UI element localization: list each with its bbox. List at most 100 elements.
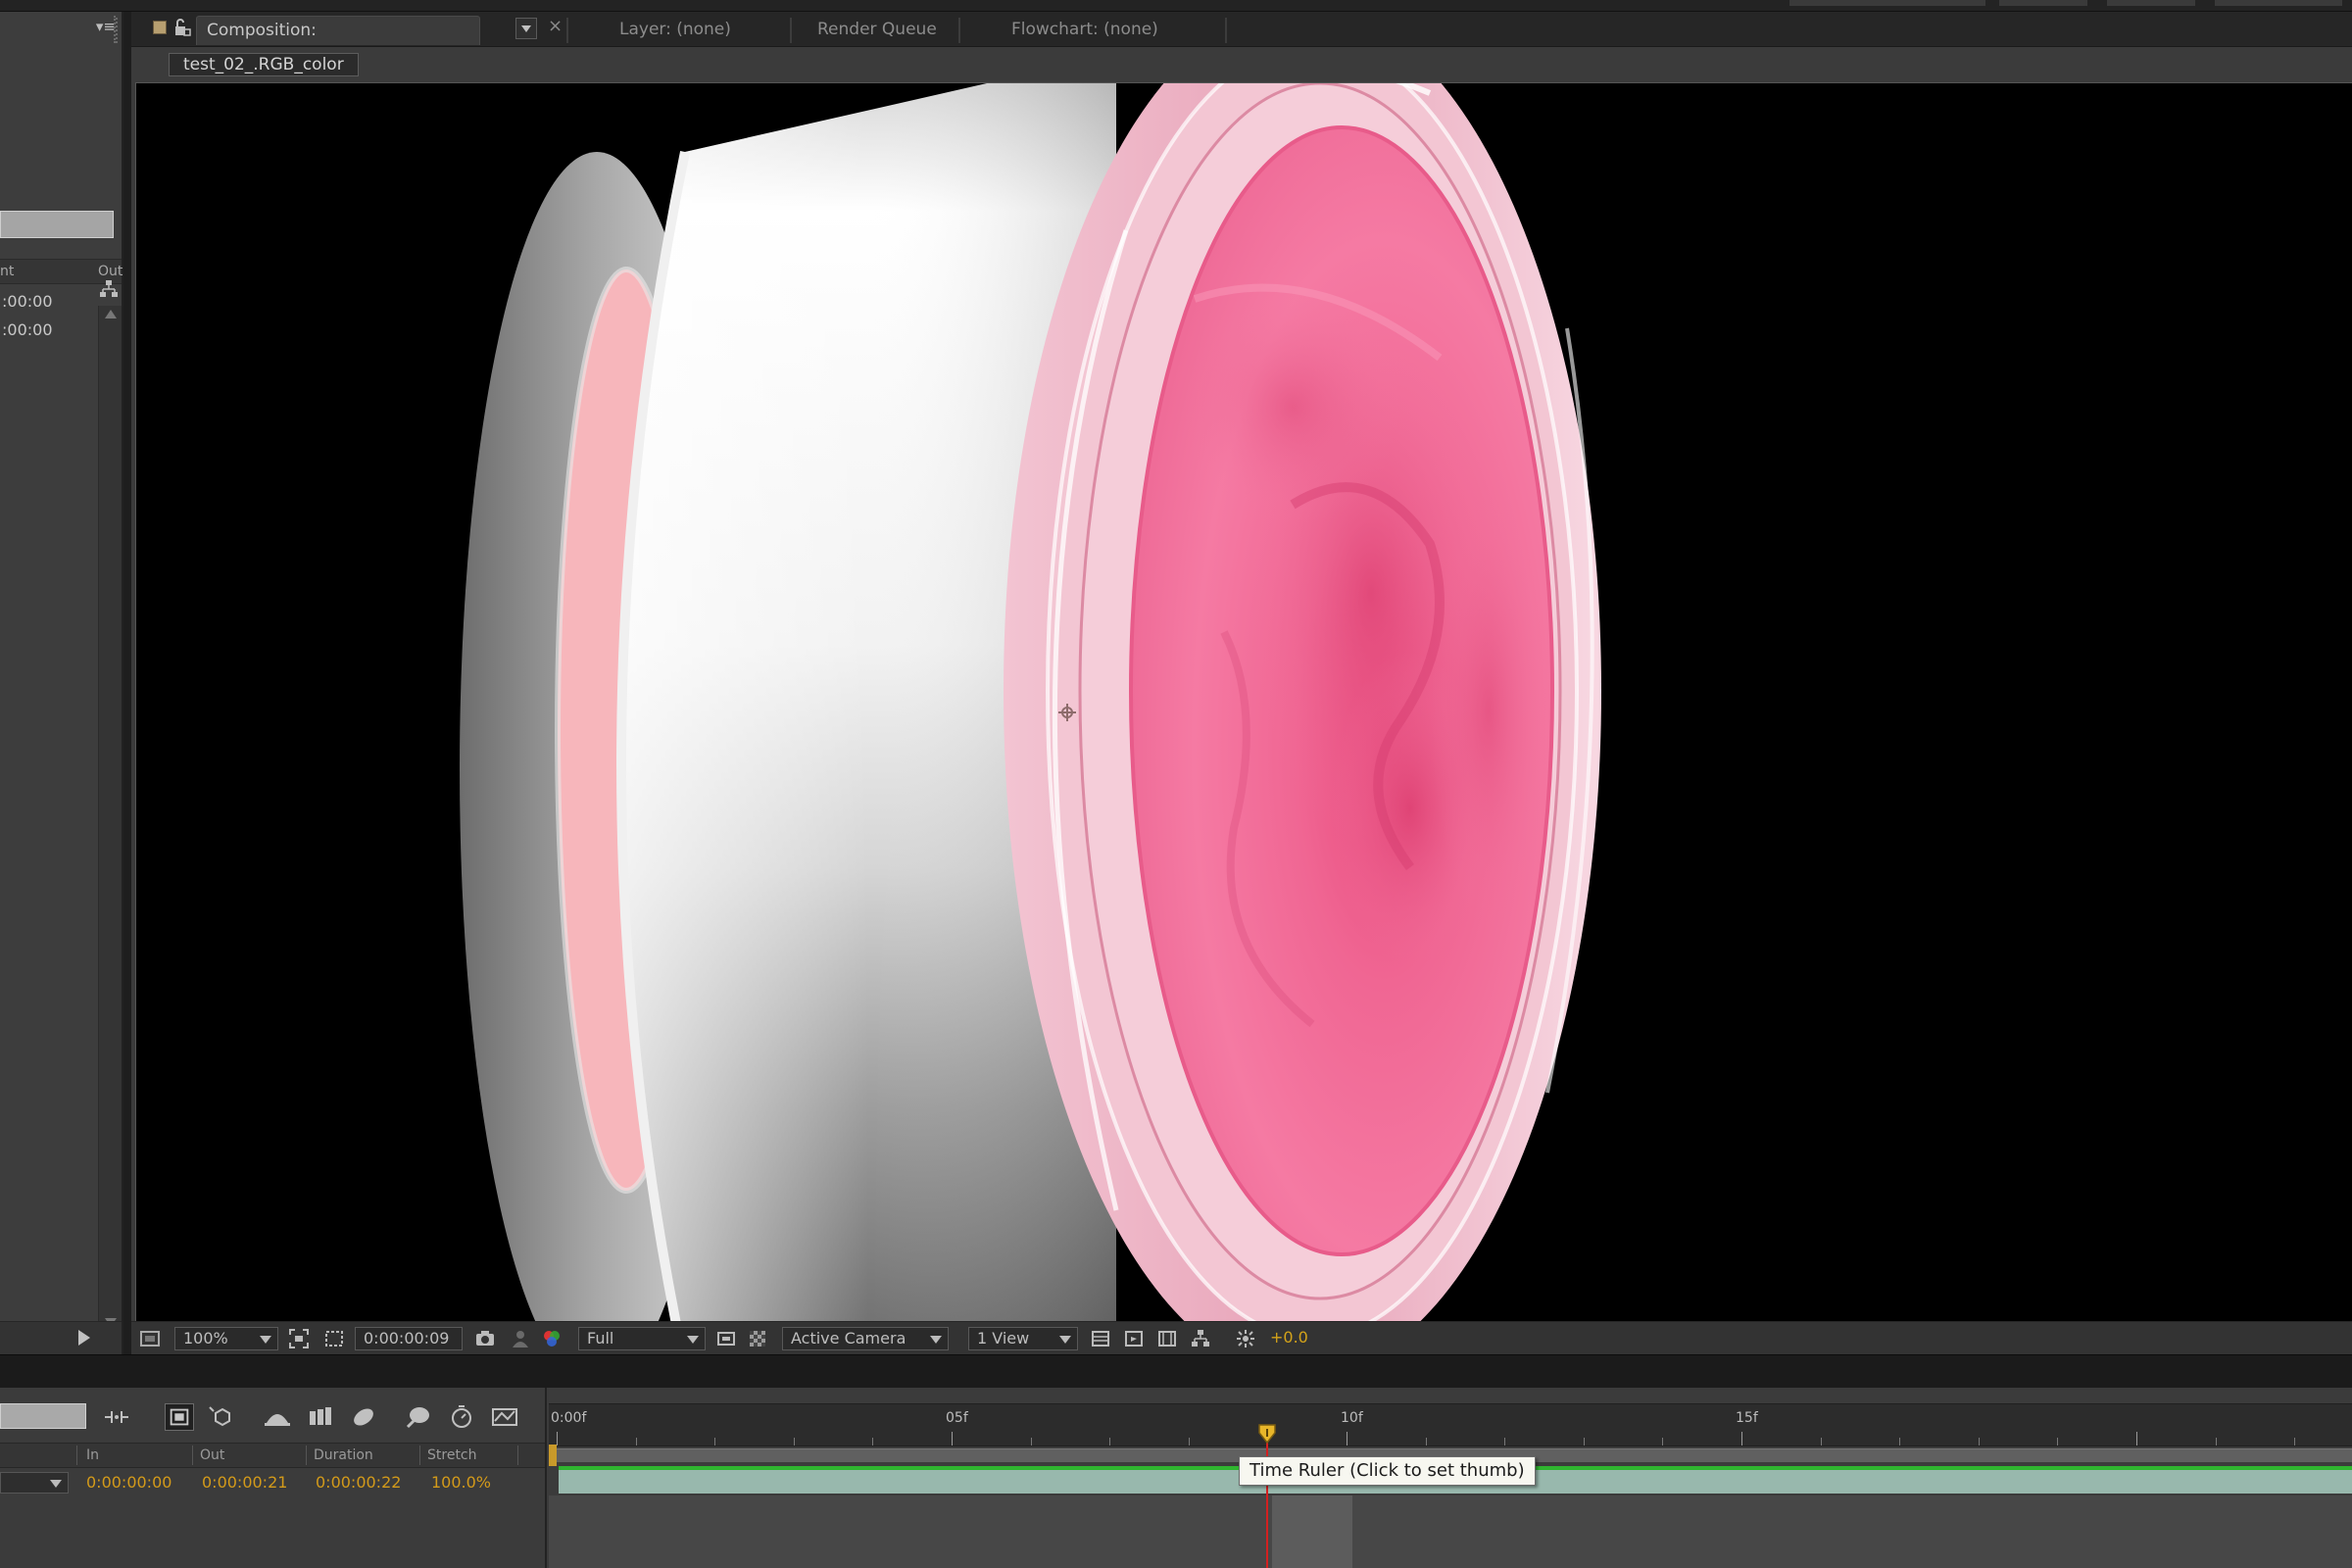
panel-menu-icon[interactable]: ▾≡ (80, 18, 116, 39)
layer-parent-dropdown[interactable] (0, 1472, 69, 1494)
ruler-label: 15f (1736, 1410, 1758, 1426)
comp-flowchart-icon[interactable] (1156, 1328, 1178, 1349)
layer-out-point[interactable]: 0:00:00:21 (202, 1473, 287, 1492)
ruler-tick (872, 1438, 874, 1446)
flowchart-icon[interactable] (98, 278, 120, 300)
tab-composition[interactable]: Composition: test_02_.RGB_color (196, 16, 480, 68)
project-row[interactable]: :00:00 (0, 288, 98, 316)
always-preview-icon[interactable] (139, 1328, 161, 1349)
playhead-thumb-icon[interactable] (1257, 1423, 1277, 1445)
camera-snapshot-icon[interactable] (474, 1328, 496, 1349)
ruler-tick (2136, 1432, 2137, 1446)
stopwatch-icon[interactable] (447, 1403, 476, 1431)
tab-render-queue[interactable]: Render Queue (808, 16, 947, 45)
current-time-display[interactable]: 0:00:00:09 (355, 1327, 463, 1350)
show-snapshot-icon[interactable] (510, 1328, 531, 1349)
timeline-icon[interactable] (1123, 1328, 1145, 1349)
reset-exposure-icon[interactable] (1235, 1328, 1256, 1349)
toggle-pixel-aspect-icon[interactable] (1090, 1328, 1111, 1349)
panel-grip[interactable] (116, 18, 123, 43)
graph-toggle-icon[interactable] (490, 1403, 519, 1431)
expand-arrow-icon[interactable] (78, 1330, 90, 1346)
motion-blur-icon[interactable] (349, 1403, 378, 1431)
lock-icon[interactable] (172, 18, 192, 37)
workspace-tab[interactable] (1999, 0, 2087, 6)
ruler-tick (1583, 1438, 1585, 1446)
column-header-out[interactable]: Out (98, 264, 122, 279)
layer-in-point[interactable]: 0:00:00:00 (86, 1473, 172, 1492)
empty-track-area[interactable] (549, 1495, 2352, 1568)
project-row[interactable]: :00:00 (0, 317, 98, 344)
ruler-label: 0:00f (551, 1410, 587, 1426)
tab-separator (1225, 18, 1227, 43)
ruler-tick (635, 1438, 637, 1446)
tab-separator (566, 18, 568, 43)
ruler-tick (714, 1438, 716, 1446)
ruler-tick (2215, 1438, 2217, 1446)
column-separator (517, 1446, 518, 1465)
graph-editor-icon[interactable] (404, 1403, 433, 1431)
ruler-label: 10f (1341, 1410, 1363, 1426)
close-tab-icon[interactable]: × (548, 16, 563, 36)
flowchart-icon[interactable] (1190, 1328, 1211, 1349)
column-header-in-point[interactable]: nt (0, 264, 14, 279)
fit-region-icon[interactable] (288, 1328, 310, 1349)
breadcrumb-composition[interactable]: test_02_.RGB_color (169, 53, 359, 76)
viewer-toolbar: 100% 0:00:00:09 Full Active Camera 1 Vie… (131, 1321, 2352, 1354)
ruler-tick (557, 1432, 558, 1446)
column-separator (192, 1446, 193, 1465)
timeline-search-input[interactable] (0, 1403, 86, 1429)
channel-rgb-icon[interactable] (541, 1328, 563, 1349)
ruler-tick (1347, 1432, 1348, 1446)
fast-preview-icon[interactable] (715, 1328, 737, 1349)
ruler-tick (1504, 1438, 1506, 1446)
workspace-tab[interactable] (2215, 0, 2342, 6)
ruler-tick (793, 1438, 795, 1446)
layer-stretch[interactable]: 100.0% (431, 1473, 491, 1492)
view-layout-dropdown[interactable]: 1 View (968, 1327, 1078, 1350)
breadcrumb: test_02_.RGB_color (131, 48, 2352, 79)
column-header-stretch[interactable]: Stretch (427, 1447, 477, 1463)
column-separator (76, 1446, 77, 1465)
ruler-tick (2057, 1438, 2059, 1446)
composition-mini-flowchart-icon[interactable] (102, 1403, 131, 1431)
composition-viewer[interactable] (135, 82, 2352, 1321)
ruler-tick (1662, 1438, 1664, 1446)
magnification-dropdown[interactable]: 100% (174, 1327, 278, 1350)
column-separator (419, 1446, 420, 1465)
resolution-dropdown[interactable]: Full (578, 1327, 706, 1350)
workspace-menu[interactable] (1789, 0, 1985, 6)
time-ruler[interactable]: 0:00f 05f 10f 15f (549, 1403, 2352, 1446)
project-panel: ▾≡ nt Out :00:00 :00:00 (0, 12, 123, 1354)
column-header-duration[interactable]: Duration (314, 1447, 373, 1463)
scroll-up-arrow-icon[interactable] (105, 310, 117, 318)
layer-duration[interactable]: 0:00:00:22 (316, 1473, 401, 1492)
work-area-start-handle[interactable] (549, 1445, 557, 1466)
column-header-out[interactable]: Out (200, 1447, 224, 1463)
label-color-swatch[interactable] (153, 21, 167, 34)
camera-dropdown[interactable]: Active Camera (782, 1327, 949, 1350)
hide-shy-layers-icon[interactable] (263, 1403, 292, 1431)
frame-blending-icon[interactable] (306, 1403, 335, 1431)
cream-swirl (1430, 495, 1547, 926)
ruler-tick (1109, 1438, 1111, 1446)
project-scrollbar[interactable] (98, 306, 122, 1335)
live-update-icon[interactable] (165, 1403, 194, 1431)
exposure-value[interactable]: +0.0 (1270, 1328, 1308, 1347)
draft-3d-icon[interactable] (208, 1403, 237, 1431)
tab-flowchart[interactable]: Flowchart: (none) (1002, 16, 1168, 45)
panel-divider[interactable] (0, 1354, 2352, 1388)
column-header-in[interactable]: In (86, 1447, 99, 1463)
timeline-layer-outline: In Out Duration Stretch 0:00:00:00 0:00:… (0, 1388, 547, 1568)
table-row[interactable]: 0:00:00:00 0:00:00:21 0:00:00:22 100.0% (0, 1470, 545, 1495)
timeline-graph-area[interactable]: 0:00f 05f 10f 15f Time Ruler (Click to set … (549, 1388, 2352, 1568)
composition-dropdown[interactable] (515, 18, 537, 39)
current-frame-shade (1272, 1495, 1352, 1568)
ruler-tick (1188, 1438, 1190, 1446)
tab-layer[interactable]: Layer: (none) (610, 16, 741, 45)
region-of-interest-icon[interactable] (323, 1328, 345, 1349)
transparency-grid-icon[interactable] (747, 1328, 768, 1349)
workspace-tab[interactable] (2107, 0, 2195, 6)
project-footer (0, 1321, 122, 1354)
project-search-input[interactable] (0, 211, 114, 238)
